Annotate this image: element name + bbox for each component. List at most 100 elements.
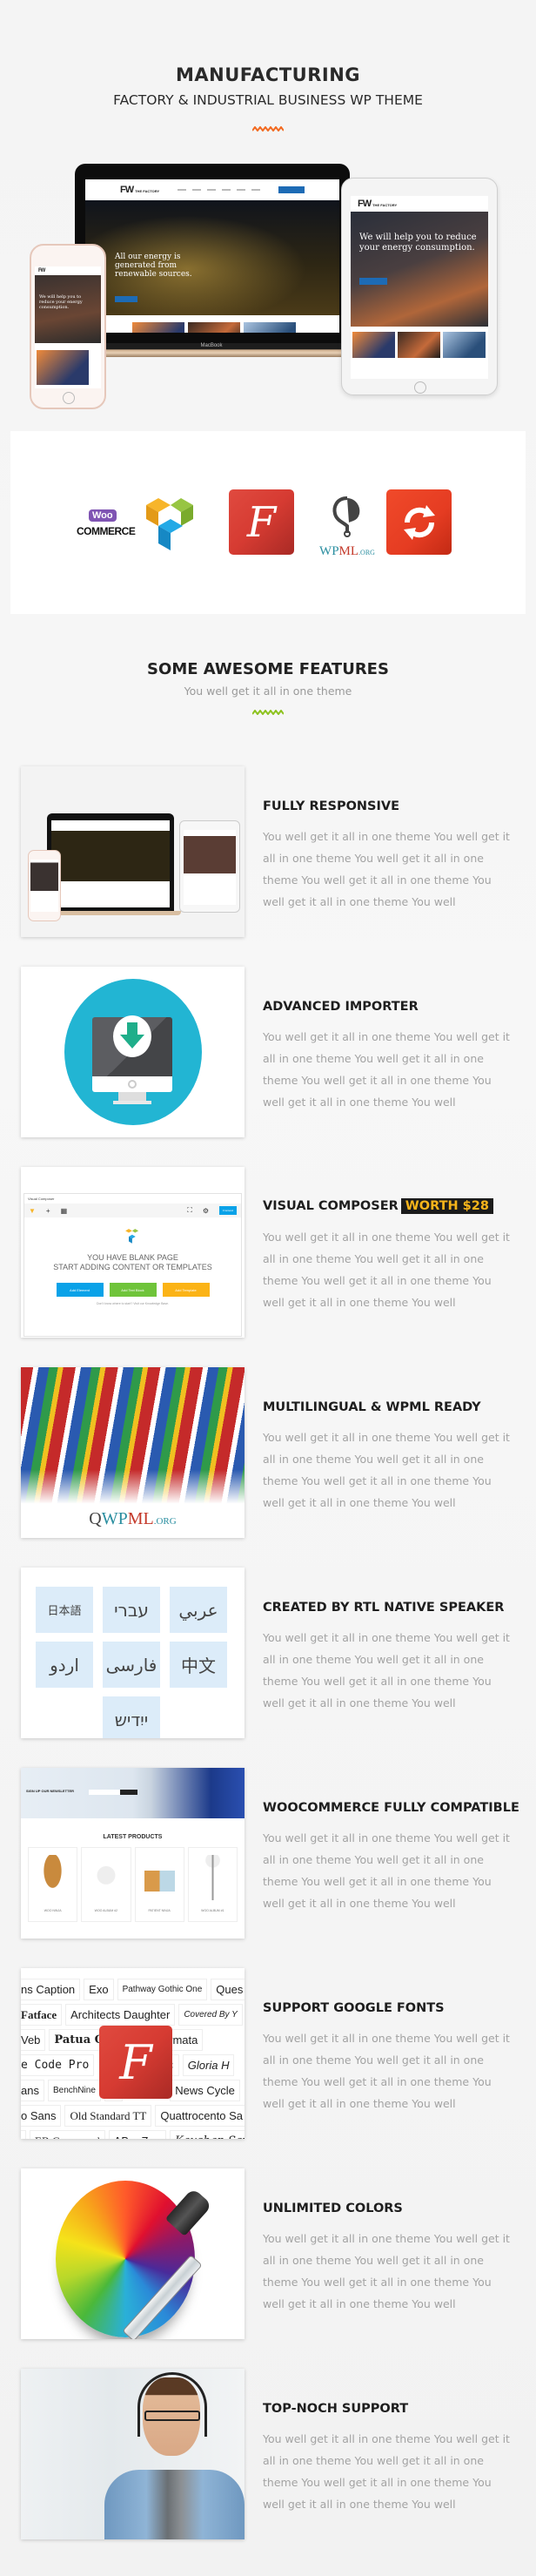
vc-window-title: Visual Composer [28, 1197, 55, 1201]
feature-importer: ADVANCED IMPORTER You well get it all in… [0, 949, 536, 1150]
phone-thumb [28, 850, 61, 921]
vc-add-text-block-button: Add Text Block [109, 1283, 157, 1297]
language-tile: ייִדיש [103, 1696, 160, 1738]
google-fonts-logo: F [229, 489, 294, 555]
feature-support: TOP-NOCH SUPPORT You well get it all in … [0, 2351, 536, 2552]
site-logo: FW THE FACTORY [358, 199, 398, 209]
visual-composer-logo [146, 495, 202, 562]
vc-help-text: Don't know where to start? Visit our Kno… [96, 1302, 170, 1305]
feature-image [21, 2369, 245, 2539]
feature-visual-composer: Visual Composer ▼ + ▦ ⛶ ⚙ Frontend YOU H… [0, 1150, 536, 1350]
fullscreen-icon: ⛶ [187, 1206, 192, 1214]
feature-title: SUPPORT GOOGLE FONTS [263, 2001, 445, 2015]
feature-description: You well get it all in one theme You wel… [263, 1030, 510, 1109]
site-navbar: FW THE FACTORY [85, 179, 339, 200]
feature-multilingual: QWPML.ORG MULTILINGUAL & WPML READY You … [0, 1350, 536, 1550]
worth-badge: WORTH $28 [400, 1198, 493, 1214]
feature-title: VISUAL COMPOSER WORTH $28 [263, 1198, 493, 1214]
headset-icon [137, 2372, 207, 2437]
feature-description: You well get it all in one theme You wel… [263, 2232, 510, 2310]
vc-blank-line1: YOU HAVE BLANK PAGE [87, 1253, 178, 1262]
feature-title: FULLY RESPONSIVE [263, 799, 400, 813]
vc-add-template-button: Add Template [162, 1283, 210, 1297]
sync-icon [386, 489, 452, 555]
service-thumb [443, 332, 486, 358]
feature-title: TOP-NOCH SUPPORT [263, 2402, 409, 2416]
feature-image: ns Caption Exo Pathway Gothic One Ques Fatf… [21, 1968, 245, 2139]
service-thumbs [85, 315, 339, 333]
language-tile: فارسی [103, 1642, 160, 1688]
feature-description: You well get it all in one theme You wel… [263, 1231, 510, 1309]
language-tile: 日本語 [36, 1587, 93, 1633]
product-card: WOO ALBUM #2 [81, 1847, 131, 1922]
hero-heading: We will help you to reduce your energy c… [39, 294, 83, 310]
phone-mockup: FW We will help you to reduce your energ… [30, 244, 106, 409]
nav-cta-button [278, 186, 305, 193]
tablet-mockup: FW THE FACTORY We will help you to reduce… [341, 178, 498, 395]
service-thumb [37, 350, 89, 385]
feature-google-fonts: ns Caption Exo Pathway Gothic One Ques Fatf… [0, 1951, 536, 2151]
feature-description: You well get it all in one theme You wel… [263, 830, 510, 908]
features-subtitle: You well get it all in one theme [184, 684, 352, 698]
feature-description: You well get it all in one theme You wel… [263, 1431, 510, 1509]
language-tile: عربي [170, 1587, 227, 1633]
feature-image: SIGN UP OUR NEWSLETTER LATEST PRODUCTS W… [21, 1768, 245, 1939]
language-tile: 中文 [170, 1642, 227, 1688]
woocommerce-logo: Woo COMMERCE [77, 509, 136, 537]
vc-editor-mock: Visual Composer ▼ + ▦ ⛶ ⚙ Frontend YOU H… [23, 1193, 242, 1337]
service-thumbs [351, 327, 488, 358]
laptop-label: MacBook [200, 343, 223, 348]
google-fonts-logo: F [99, 2026, 172, 2099]
newsletter-banner: SIGN UP OUR NEWSLETTER [21, 1768, 245, 1818]
layout-icon: ▦ [60, 1206, 68, 1215]
home-button-icon [414, 381, 426, 394]
page-title: MANUFACTURING [175, 64, 361, 85]
site-logo: FW THE FACTORY [120, 185, 160, 195]
tablet-navbar: FW THE FACTORY [351, 196, 488, 212]
vc-blank-line2: START ADDING CONTENT OR TEMPLATES [53, 1263, 212, 1271]
hero-heading: We will help you to reduce your energy c… [359, 233, 477, 253]
service-thumb [244, 322, 296, 333]
vc-center-logo [24, 1228, 241, 1250]
feature-responsive: FULLY RESPONSIVE You well get it all in … [0, 749, 536, 949]
vc-logo-icon: ▼ [29, 1206, 36, 1215]
phone-navbar: FW [35, 266, 101, 275]
vc-add-element-button: Add Element [56, 1283, 104, 1297]
site-hero: All our energy is generated from renewab… [85, 200, 339, 315]
wpml-logo: QWPML.ORG [89, 1509, 177, 1528]
home-button-icon [63, 392, 75, 404]
language-grid: 日本語 עברי عربي اردو فارسی 中文 ייִדיש [36, 1587, 227, 1738]
feature-image: 日本語 עברי عربي اردو فارسی 中文 ייִדיש [21, 1568, 245, 1738]
accent-divider [252, 126, 284, 131]
feature-description: You well get it all in one theme You wel… [263, 2032, 510, 2110]
site-logo: FW [38, 268, 45, 273]
hero-button [359, 278, 387, 285]
feature-title: MULTILINGUAL & WPML READY [263, 1400, 481, 1414]
vc-toolbar: ▼ + ▦ ⛶ ⚙ Frontend [24, 1204, 241, 1217]
accent-divider [252, 710, 284, 715]
service-thumb [352, 332, 395, 358]
laptop-mockup: FW THE FACTORY All our energy is generate… [75, 164, 350, 343]
color-wheel-icon [56, 2181, 195, 2337]
feature-title: WOOCOMMERCE FULLY COMPATIBLE [263, 1801, 519, 1815]
laptop-thumb [47, 813, 174, 911]
feature-title: UNLIMITED COLORS [263, 2202, 403, 2215]
tablet-screen: FW THE FACTORY We will help you to reduce… [351, 196, 488, 379]
feature-description: You well get it all in one theme You wel… [263, 1831, 510, 1910]
wpml-logo: WPML.ORG [310, 495, 385, 559]
hero-heading: All our energy is generated from renewab… [115, 253, 192, 279]
newsletter-input [89, 1790, 120, 1795]
feature-rtl: 日本語 עברי عربي اردو فارسی 中文 ייִדיש CREAT… [0, 1550, 536, 1750]
phone-screen: FW We will help you to reduce your energ… [35, 266, 101, 388]
feature-image [21, 766, 245, 937]
support-person-body [104, 2470, 245, 2539]
vc-buttons: Add Element Add Text Block Add Template [24, 1283, 241, 1297]
language-tile: اردو [36, 1642, 93, 1688]
feature-image [21, 2168, 245, 2339]
service-thumb [132, 322, 184, 333]
newsletter-title: SIGN UP OUR NEWSLETTER [26, 1789, 75, 1793]
phone-hero: We will help you to reduce your energy c… [35, 275, 101, 343]
tablet-hero: We will help you to reduce your energy c… [351, 212, 488, 327]
feature-image: Visual Composer ▼ + ▦ ⛶ ⚙ Frontend YOU H… [21, 1167, 245, 1338]
download-icon [113, 1015, 151, 1057]
